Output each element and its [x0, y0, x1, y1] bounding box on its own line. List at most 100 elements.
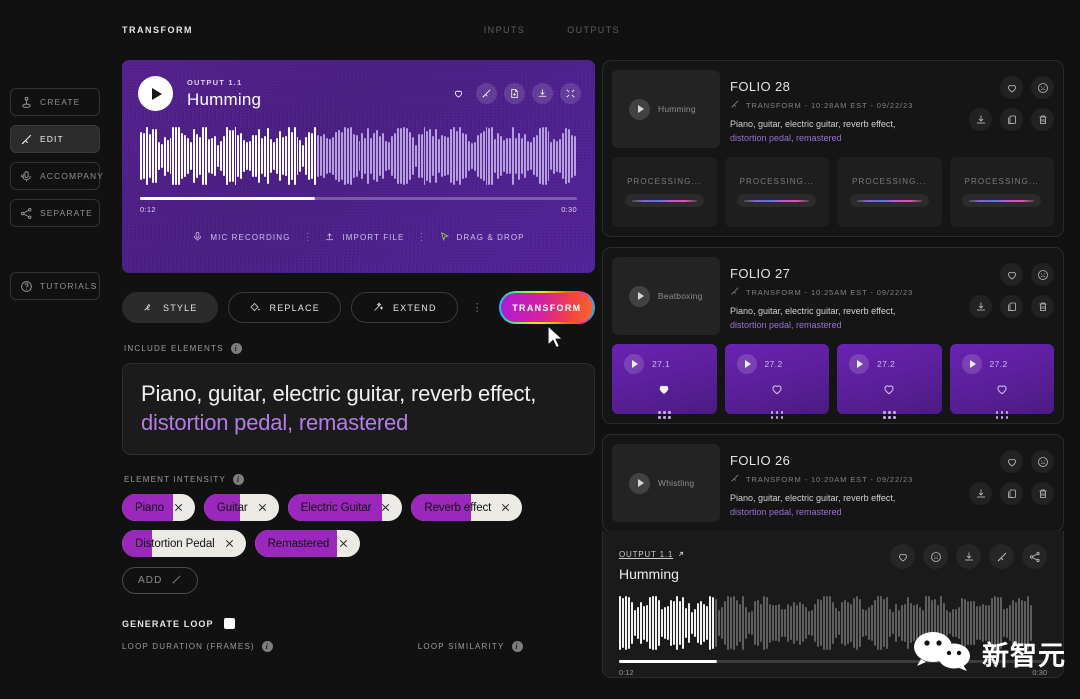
close-icon[interactable] [224, 538, 235, 549]
variant-card[interactable]: 27.2 [950, 344, 1055, 414]
copy-icon[interactable] [1000, 295, 1023, 318]
processing-card[interactable]: PROCESSING... [612, 157, 717, 227]
download-icon[interactable] [956, 544, 981, 569]
waveform[interactable] [140, 125, 577, 187]
play-button[interactable] [629, 286, 650, 307]
folio-thumbnail[interactable]: Whistling [612, 444, 720, 522]
sidebar-item-tutorials[interactable]: TUTORIALS [10, 272, 100, 300]
grid-dots-icon[interactable] [996, 411, 1009, 419]
generate-loop-toggle[interactable] [224, 618, 235, 629]
intensity-chip[interactable]: Electric Guitar [288, 494, 403, 521]
edit-icon[interactable] [476, 83, 497, 104]
edit-icon[interactable] [989, 544, 1014, 569]
info-icon[interactable]: i [231, 343, 242, 354]
close-icon[interactable] [380, 502, 391, 513]
heart-icon[interactable] [657, 382, 671, 401]
extend-button[interactable]: EXTEND [351, 292, 458, 323]
sidebar-item-edit[interactable]: EDIT [10, 125, 100, 153]
sad-face-icon[interactable] [1031, 263, 1054, 286]
waveform-bar [143, 133, 145, 179]
grid-dots-icon[interactable] [658, 411, 671, 419]
heart-icon[interactable] [882, 382, 896, 401]
transform-button[interactable]: TRANSFORM [499, 291, 595, 324]
intensity-chip[interactable]: Reverb effect [411, 494, 522, 521]
share-icon[interactable] [1022, 544, 1047, 569]
sidebar-item-label: SEPARATE [40, 208, 93, 218]
play-button[interactable] [849, 354, 869, 374]
waveform-bar [385, 141, 387, 172]
close-icon[interactable] [173, 502, 184, 513]
folio-thumbnail[interactable]: Beatboxing [612, 257, 720, 335]
heart-icon[interactable] [448, 83, 469, 104]
heart-icon[interactable] [1000, 450, 1023, 473]
heart-icon[interactable] [1000, 263, 1023, 286]
waveform-bar [646, 605, 648, 642]
expand-icon[interactable] [560, 83, 581, 104]
waveform-bar [379, 136, 381, 176]
close-icon[interactable] [500, 502, 511, 513]
drag-drop-button[interactable]: DRAG & DROP [439, 231, 525, 244]
processing-card[interactable]: PROCESSING... [837, 157, 942, 227]
style-button[interactable]: STYLE [122, 292, 218, 323]
grid-dots-icon[interactable] [771, 411, 784, 419]
play-button[interactable] [737, 354, 757, 374]
download-icon[interactable] [969, 108, 992, 131]
play-button[interactable] [624, 354, 644, 374]
heart-icon[interactable] [770, 382, 784, 401]
trash-icon[interactable] [1031, 482, 1054, 505]
info-icon[interactable]: i [262, 641, 273, 652]
variant-card[interactable]: 27.1 [612, 344, 717, 414]
intensity-chip[interactable]: Distortion Pedal [122, 530, 246, 557]
more-options-button[interactable]: ⋮ [469, 306, 486, 310]
trash-icon[interactable] [1031, 108, 1054, 131]
play-button[interactable] [629, 99, 650, 120]
processing-card[interactable]: PROCESSING... [950, 157, 1055, 227]
play-button[interactable] [962, 354, 982, 374]
include-elements-input[interactable]: Piano, guitar, electric guitar, reverb e… [122, 363, 595, 455]
waveform-bar [736, 600, 738, 645]
heart-icon[interactable] [890, 544, 915, 569]
info-icon[interactable]: i [512, 641, 523, 652]
grid-dots-icon[interactable] [883, 411, 896, 419]
sad-face-icon[interactable] [923, 544, 948, 569]
download-icon[interactable] [532, 83, 553, 104]
play-button[interactable] [138, 76, 173, 111]
page-title: TRANSFORM [122, 25, 193, 35]
intensity-chip[interactable]: Guitar [204, 494, 279, 521]
intensity-chip[interactable]: Piano [122, 494, 195, 521]
replace-button[interactable]: REPLACE [228, 292, 341, 323]
processing-card[interactable]: PROCESSING... [725, 157, 830, 227]
mic-recording-button[interactable]: MIC RECORDING [192, 231, 290, 244]
tab-outputs[interactable]: OUTPUTS [567, 25, 620, 35]
intensity-chip[interactable]: Remastered [255, 530, 361, 557]
sidebar-item-create[interactable]: CREATE [10, 88, 100, 116]
copy-icon[interactable] [1000, 482, 1023, 505]
import-file-button[interactable]: IMPORT FILE [324, 231, 404, 244]
download-icon[interactable] [969, 295, 992, 318]
tab-inputs[interactable]: INPUTS [484, 25, 525, 35]
heart-icon[interactable] [995, 382, 1009, 401]
add-element-button[interactable]: ADD [122, 567, 198, 594]
variant-card[interactable]: 27.2 [725, 344, 830, 414]
play-button[interactable] [629, 473, 650, 494]
variant-card[interactable]: 27.2 [837, 344, 942, 414]
bottom-progress-bar[interactable] [619, 660, 1047, 663]
waveform-bar [952, 609, 954, 638]
bottom-player-kicker[interactable]: OUTPUT 1.1 [619, 550, 685, 560]
sad-face-icon[interactable] [1031, 76, 1054, 99]
player-progress-bar[interactable] [140, 197, 577, 200]
download-icon[interactable] [969, 482, 992, 505]
close-icon[interactable] [257, 502, 268, 513]
folio-thumbnail[interactable]: Humming [612, 70, 720, 148]
bottom-waveform[interactable] [619, 594, 1047, 652]
sad-face-icon[interactable] [1031, 450, 1054, 473]
sidebar-item-separate[interactable]: SEPARATE [10, 199, 100, 227]
sidebar-item-accompany[interactable]: ACCOMPANY [10, 162, 100, 190]
trash-icon[interactable] [1031, 295, 1054, 318]
copy-icon[interactable] [1000, 108, 1023, 131]
import-file-label: IMPORT FILE [342, 233, 404, 242]
heart-icon[interactable] [1000, 76, 1023, 99]
close-icon[interactable] [338, 538, 349, 549]
file-add-icon[interactable] [504, 83, 525, 104]
info-icon[interactable]: i [233, 474, 244, 485]
